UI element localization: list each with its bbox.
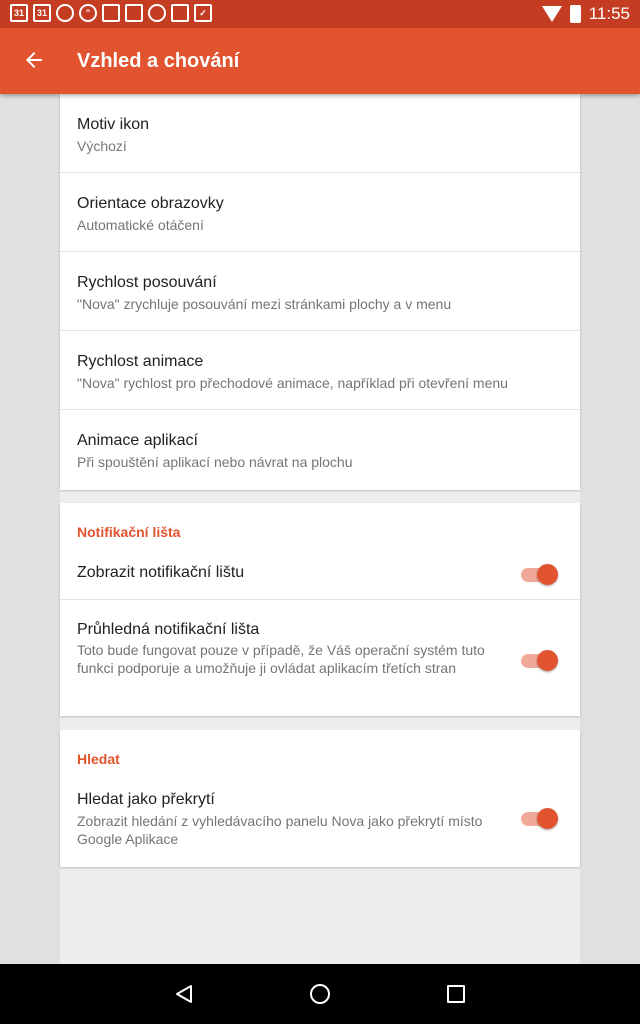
setting-title: Zobrazit notifikační lištu — [77, 564, 245, 581]
clipboard-icon — [171, 4, 189, 22]
setting-scroll-speed[interactable]: Rychlost posouvání "Nova" zrychluje poso… — [60, 252, 580, 331]
soccer-icon — [148, 4, 166, 22]
setting-subtitle: Při spouštění aplikací nebo návrat na pl… — [77, 454, 353, 470]
notification-settings-card: Notifikační lišta Zobrazit notifikační l… — [60, 503, 580, 716]
section-header: Hledat — [77, 751, 120, 767]
toggle-thumb — [537, 650, 558, 671]
toggle-switch[interactable] — [519, 806, 559, 830]
setting-show-notification-bar[interactable]: Zobrazit notifikační lištu — [60, 548, 580, 600]
setting-icon-theme[interactable]: Motiv ikon Výchozí — [60, 94, 580, 173]
app-bar: Vzhled a chování — [0, 28, 640, 94]
toggle-thumb — [537, 564, 558, 585]
hangouts-icon: " — [79, 4, 97, 22]
setting-subtitle: "Nova" zrychluje posouvání mezi stránkam… — [77, 296, 452, 312]
navigation-bar — [0, 964, 640, 1024]
home-icon[interactable] — [310, 984, 330, 1004]
back-icon[interactable] — [174, 984, 194, 1004]
settings-list: Motiv ikon Výchozí Orientace obrazovky A… — [60, 94, 580, 964]
setting-title: Orientace obrazovky — [77, 195, 224, 212]
search-settings-card: Hledat Hledat jako překrytí Zobrazit hle… — [60, 730, 580, 867]
toggle-thumb — [537, 808, 558, 829]
setting-subtitle: Automatické otáčení — [77, 217, 204, 233]
notification-icons: 31 31 " ✓ — [10, 4, 212, 22]
setting-app-animation[interactable]: Animace aplikací Při spouštění aplikací … — [60, 410, 580, 490]
calendar-icon: 31 — [10, 4, 28, 22]
recents-icon[interactable] — [447, 985, 465, 1003]
toggle-switch[interactable] — [519, 562, 559, 586]
setting-subtitle: "Nova" rychlost pro přechodové animace, … — [77, 375, 508, 391]
setting-screen-orientation[interactable]: Orientace obrazovky Automatické otáčení — [60, 173, 580, 252]
setting-transparent-notification-bar[interactable]: Průhledná notifikační lišta Toto bude fu… — [60, 600, 580, 716]
calendar-icon: 31 — [33, 4, 51, 22]
setting-title: Animace aplikací — [77, 432, 198, 449]
wifi-icon — [541, 6, 562, 22]
setting-subtitle: Toto bude fungovat pouze v případě, že V… — [77, 642, 485, 676]
status-bar: 31 31 " ✓ 11:55 — [0, 0, 640, 28]
setting-search-overlay[interactable]: Hledat jako překrytí Zobrazit hledání z … — [60, 775, 580, 867]
setting-subtitle: Zobrazit hledání z vyhledávacího panelu … — [77, 813, 483, 847]
setting-title: Rychlost posouvání — [77, 274, 217, 291]
news-icon — [125, 4, 143, 22]
clock: 11:55 — [588, 4, 630, 23]
general-settings-card: Motiv ikon Výchozí Orientace obrazovky A… — [60, 94, 580, 490]
setting-title: Hledat jako překrytí — [77, 791, 215, 808]
page-title: Vzhled a chování — [77, 50, 240, 72]
setting-title: Motiv ikon — [77, 116, 150, 133]
setting-title: Průhledná notifikační lišta — [77, 621, 260, 638]
pie-chart-icon — [56, 4, 74, 22]
toggle-switch[interactable] — [519, 648, 559, 672]
image-icon — [102, 4, 120, 22]
clipboard-check-icon: ✓ — [194, 4, 212, 22]
battery-icon — [569, 5, 581, 23]
arrow-back-icon[interactable] — [22, 48, 46, 72]
setting-title: Rychlost animace — [77, 353, 204, 370]
setting-subtitle: Výchozí — [77, 138, 127, 154]
section-header: Notifikační lišta — [77, 524, 181, 540]
setting-animation-speed[interactable]: Rychlost animace "Nova" rychlost pro pře… — [60, 331, 580, 410]
